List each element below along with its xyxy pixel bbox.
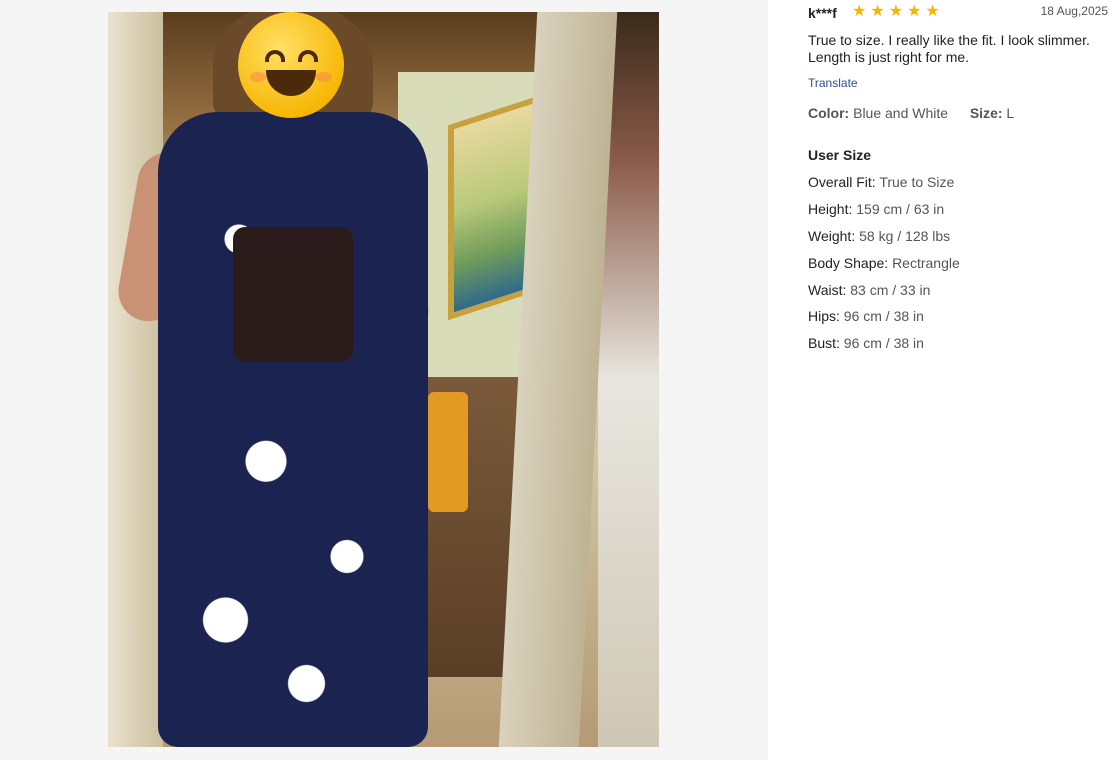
rating-stars: ★ ★ ★ ★ ★ — [852, 4, 940, 20]
emoji-eye-left — [265, 50, 285, 62]
star-icon: ★ — [852, 3, 867, 20]
review-photo[interactable] — [108, 12, 659, 747]
review-date: 18 Aug,2025 — [1040, 4, 1108, 18]
size-row-label: Weight: — [808, 227, 856, 244]
star-icon: ★ — [888, 3, 904, 20]
size-row-value: 96 cm / 38 in — [843, 308, 924, 325]
star-icon: ★ — [925, 3, 940, 20]
size-row-label: Height: — [808, 200, 853, 217]
size-row-body-shape: Body Shape: Rectrangle — [808, 255, 960, 282]
user-size-title: User Size — [808, 147, 872, 163]
size-row-weight: Weight: 58 kg / 128 lbs — [808, 228, 960, 255]
size-row-label: Overall Fit: — [808, 174, 876, 190]
size-row-waist: Waist: 83 cm / 33 in — [808, 282, 960, 309]
photo-dress — [158, 112, 428, 747]
photo-phone — [233, 227, 353, 362]
size-row-value: True to Size — [879, 174, 955, 190]
size-label: Size: — [969, 105, 1003, 121]
translate-link[interactable]: Translate — [808, 76, 858, 90]
size-row-value: 58 kg / 128 lbs — [859, 227, 951, 244]
color-label: Color: — [808, 105, 850, 121]
purchased-variant: Color: Blue and White Size: L — [808, 105, 1014, 121]
size-row-bust: Bust: 96 cm / 38 in — [808, 335, 960, 362]
emoji-cheek-left — [250, 72, 266, 82]
photo-mirror-frame-left — [108, 12, 163, 747]
size-row-label: Hips: — [808, 308, 840, 325]
size-value: L — [1006, 105, 1015, 121]
reviewer-name: k***f — [808, 5, 837, 21]
size-row-overall-fit: Overall Fit: True to Size — [808, 174, 960, 201]
user-size-list: Overall Fit: True to Size Height: 159 cm… — [808, 174, 960, 362]
size-row-height: Height: 159 cm / 63 in — [808, 201, 960, 228]
emoji-cheek-right — [316, 72, 332, 82]
size-row-label: Body Shape: — [808, 254, 889, 271]
size-row-label: Waist: — [808, 281, 847, 298]
size-row-value: 83 cm / 33 in — [850, 281, 931, 298]
review-panel: k***f ★ ★ ★ ★ ★ 18 Aug,2025 True to size… — [808, 0, 1108, 760]
size-row-hips: Hips: 96 cm / 38 in — [808, 308, 960, 335]
review-header: k***f ★ ★ ★ ★ ★ 18 Aug,2025 — [808, 4, 1108, 22]
size-row-label: Bust: — [808, 335, 840, 352]
color-value: Blue and White — [853, 105, 949, 121]
size-row-value: 159 cm / 63 in — [856, 200, 945, 217]
size-row-value: Rectrangle — [892, 254, 960, 271]
emoji-mouth — [266, 70, 316, 96]
photo-pillow — [428, 392, 468, 512]
review-image-panel — [0, 0, 768, 760]
smiling-face-emoji-icon — [238, 12, 344, 118]
size-row-value: 96 cm / 38 in — [843, 335, 924, 352]
emoji-eye-right — [298, 50, 318, 62]
review-text: True to size. I really like the fit. I l… — [808, 32, 1090, 65]
star-icon: ★ — [907, 3, 922, 20]
star-icon: ★ — [870, 3, 885, 20]
